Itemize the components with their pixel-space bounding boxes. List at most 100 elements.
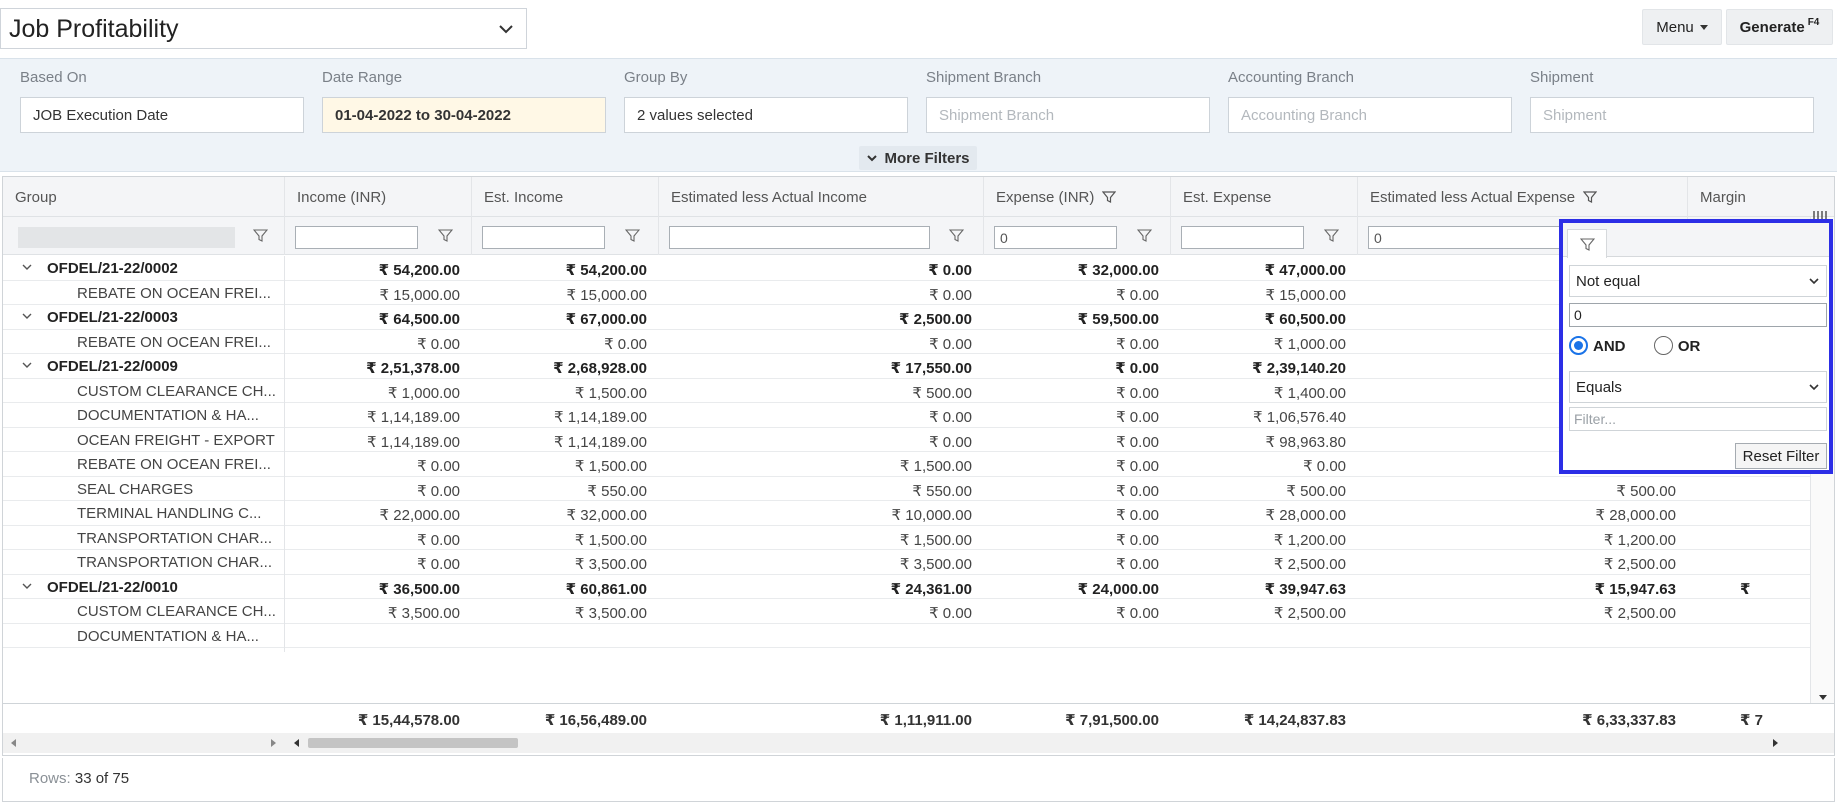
group-filter-input [18,227,235,248]
charge-name: CUSTOM CLEARANCE CH... [77,603,276,620]
column-header-est-less-actual-income[interactable]: Estimated less Actual Income [659,177,984,217]
table-row[interactable]: REBATE ON OCEAN FREI... ₹ 0.00 ₹ 1,500.00 ₹… [3,452,1812,480]
table-row[interactable]: TERMINAL HANDLING C... ₹ 22,000.00 ₹ 32,00… [3,501,1812,529]
collapse-chevron-icon[interactable] [21,261,33,273]
collapse-chevron-icon[interactable] [21,310,33,322]
filter-icon[interactable] [253,228,268,243]
based-on-field[interactable]: JOB Execution Date [20,97,304,133]
filter-icon[interactable] [1324,228,1339,243]
filter-tab[interactable] [1567,229,1607,258]
table-row[interactable]: REBATE ON OCEAN FREI... ₹ 15,000.00 ₹ 15,0… [3,280,1812,309]
est-expense-cell [1171,624,1358,652]
and-radio[interactable] [1569,336,1588,355]
est-less-actual-expense-filter-input[interactable] [1368,226,1568,249]
column-header-income[interactable]: Income (INR) [285,177,472,217]
date-range-filter: Date Range 01-04-2022 to 30-04-2022 [322,69,606,133]
column-header-group[interactable]: Group [3,177,285,217]
filter-icon[interactable] [625,228,640,243]
column-header-est-less-actual-expense[interactable]: Estimated less Actual Expense [1358,177,1688,217]
shipment-field[interactable]: Shipment [1530,97,1814,133]
filter-active-icon[interactable] [1102,190,1117,204]
table-row[interactable]: SEAL CHARGES ₹ 0.00 ₹ 550.00 ₹ 550.00 ₹ 0.00… [3,476,1812,505]
reset-filter-button[interactable]: Reset Filter [1735,443,1827,469]
shipment-label: Shipment [1530,69,1594,86]
group-name: OFDEL/21-22/0003 [47,309,178,326]
collapse-chevron-icon[interactable] [21,580,33,592]
shipment-branch-filter: Shipment Branch Shipment Branch [926,69,1210,133]
column-header-est-income[interactable]: Est. Income [472,177,659,217]
based-on-filter: Based On JOB Execution Date [20,69,304,133]
chevron-down-icon [499,25,513,34]
diff-expense-cell [1358,624,1688,652]
group-row[interactable]: OFDEL/21-22/0002 ₹ 54,200.00 ₹ 54,200.00 ₹ … [3,256,1812,284]
horizontal-scroll-thumb[interactable] [308,738,518,748]
column-header-expense[interactable]: Expense (INR) [984,177,1171,217]
group-row[interactable]: OFDEL/21-22/0009 ₹ 2,51,378.00 ₹ 2,68,928.… [3,354,1812,382]
group-by-filter: Group By 2 values selected [624,69,908,133]
generate-button[interactable]: Generate F4 [1726,9,1833,45]
date-range-field[interactable]: 01-04-2022 to 30-04-2022 [322,97,606,133]
scroll-right-arrow-icon[interactable] [271,739,276,747]
group-row[interactable]: OFDEL/21-22/0010 ₹ 36,500.00 ₹ 60,861.00 ₹ … [3,574,1812,603]
column-header-est-expense[interactable]: Est. Expense [1171,177,1358,217]
horizontal-scrollbar[interactable] [3,733,1834,753]
collapse-chevron-icon[interactable] [21,359,33,371]
charge-name: REBATE ON OCEAN FREI... [77,284,271,302]
group-cell: DOCUMENTATION & HA... [3,623,285,652]
table-row[interactable]: OCEAN FREIGHT - EXPORT ₹ 1,14,189.00 ₹ 1,1… [3,427,1812,456]
expense-filter-input[interactable] [994,226,1117,249]
table-row[interactable]: CUSTOM CLEARANCE CH... ₹ 1,000.00 ₹ 1,500.… [3,378,1812,407]
caret-down-icon [1699,24,1708,30]
scroll-down-arrow-icon[interactable] [1819,695,1827,700]
table-row[interactable]: DOCUMENTATION & HA... [3,623,1812,652]
table-row[interactable]: REBATE ON OCEAN FREI... ₹ 0.00 ₹ 0.00 ₹ 0.0… [3,329,1812,358]
table-row[interactable]: TRANSPORTATION CHAR... ₹ 0.00 ₹ 1,500.00 ₹ … [3,525,1812,554]
expense-filter-cell [984,217,1171,255]
column-title: Est. Income [484,189,564,206]
group-by-field[interactable]: 2 values selected [624,97,908,133]
chevron-down-icon [867,155,878,162]
est-income-filter-input[interactable] [482,226,605,249]
charge-name: CUSTOM CLEARANCE CH... [77,382,276,400]
table-row[interactable]: CUSTOM CLEARANCE CH... ₹ 3,500.00 ₹ 3,500.… [3,599,1812,627]
filter-icon[interactable] [1137,228,1152,243]
column-header-margin[interactable]: Margin [1688,177,1812,217]
scroll-left-arrow-icon[interactable] [11,739,16,747]
filter-operator-1-value: Not equal [1576,273,1641,290]
accounting-branch-label: Accounting Branch [1228,69,1354,86]
rows-count: 33 of 75 [74,770,130,787]
est-expense-filter-input[interactable] [1181,226,1304,249]
chevron-down-icon [1809,278,1819,285]
table-row[interactable]: DOCUMENTATION & HA... ₹ 1,14,189.00 ₹ 1,14… [3,403,1812,431]
filter-operator-1-select[interactable]: Not equal [1569,265,1827,297]
grid-footer: Rows: 33 of 75 [2,758,1835,802]
report-selector[interactable]: Job Profitability [0,8,527,49]
filter-icon[interactable] [438,228,453,243]
charge-name: TERMINAL HANDLING C... [77,505,262,522]
total-expense: ₹ 7,91,500.00 [1065,712,1159,729]
filter-operator-2-select[interactable]: Equals [1569,371,1827,403]
charge-name: DOCUMENTATION & HA... [77,627,259,645]
or-radio[interactable] [1653,336,1673,355]
est-income-cell [472,624,659,652]
group-row[interactable]: OFDEL/21-22/0003 ₹ 64,500.00 ₹ 67,000.00 ₹ … [3,305,1812,333]
total-est-income: ₹ 16,56,489.00 [544,712,647,729]
more-filters-button[interactable]: More Filters [859,146,977,170]
filter-icon[interactable] [949,228,964,243]
scroll-left-arrow-icon[interactable] [294,739,299,747]
total-margin: ₹ 7 [1740,712,1763,729]
menu-button[interactable]: Menu [1642,9,1722,45]
charge-name: DOCUMENTATION & HA... [77,407,259,424]
income-filter-input[interactable] [295,226,418,249]
shipment-branch-label: Shipment Branch [926,69,1042,86]
shipment-branch-field[interactable]: Shipment Branch [926,97,1210,133]
scroll-right-arrow-icon[interactable] [1773,739,1778,747]
chevron-down-icon [1809,384,1819,391]
est-less-actual-income-filter-input[interactable] [669,226,930,249]
group-name: OFDEL/21-22/0009 [47,358,178,375]
table-row[interactable]: TRANSPORTATION CHAR... ₹ 0.00 ₹ 3,500.00 ₹ … [3,550,1812,578]
filter-active-icon[interactable] [1583,190,1598,204]
filter-value-1-input[interactable]: 0 [1569,303,1827,327]
filter-value-2-input[interactable]: Filter... [1569,407,1827,431]
accounting-branch-field[interactable]: Accounting Branch [1228,97,1512,133]
